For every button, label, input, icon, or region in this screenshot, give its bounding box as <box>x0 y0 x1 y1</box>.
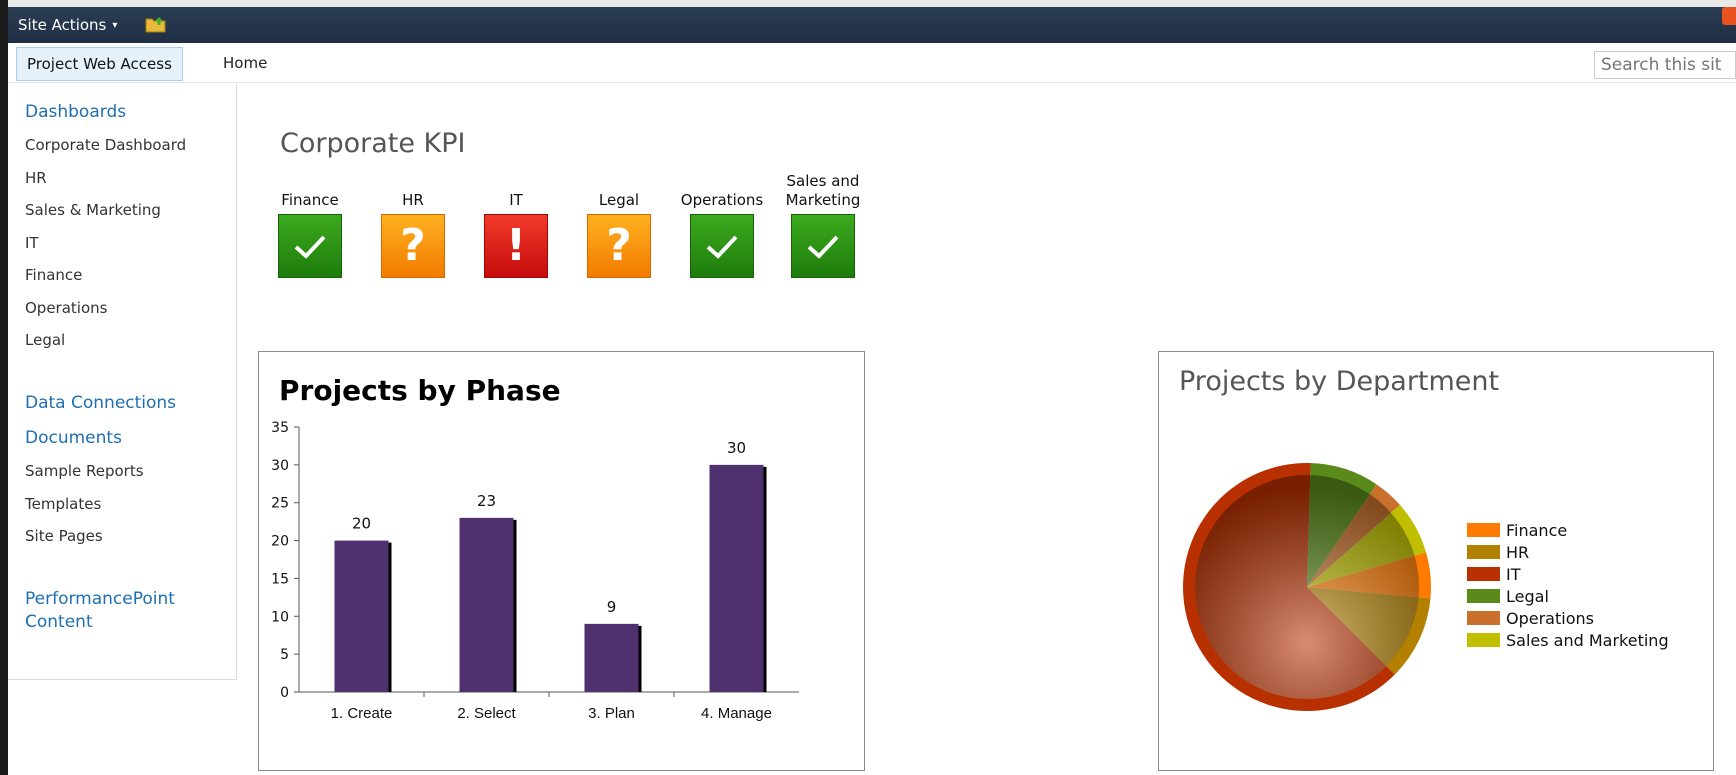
data-label: 9 <box>607 598 617 616</box>
legend-item: IT <box>1467 563 1669 585</box>
tab-project-web-access[interactable]: Project Web Access <box>16 47 183 81</box>
nav-item-it[interactable]: IT <box>25 234 39 252</box>
y-tick-label: 0 <box>280 685 289 701</box>
question-icon: ? <box>606 220 632 271</box>
nav-item-finance[interactable]: Finance <box>25 266 82 284</box>
ribbon-bar: Site Actions ▾ <box>8 7 1736 43</box>
quick-launch: Dashboards Corporate Dashboard HR Sales … <box>8 84 237 680</box>
nav-item-hr[interactable]: HR <box>25 169 47 187</box>
nav-item-templates[interactable]: Templates <box>25 495 101 513</box>
y-tick-label: 25 <box>271 496 289 512</box>
legend-swatch <box>1467 567 1500 581</box>
x-tick-label: 1. Create <box>331 705 393 722</box>
data-label: 20 <box>352 515 371 533</box>
y-tick-label: 15 <box>271 571 289 587</box>
legend-swatch <box>1467 589 1500 603</box>
kpi-indicator <box>278 214 342 278</box>
nav-item-corporate-dashboard[interactable]: Corporate Dashboard <box>25 136 186 154</box>
kpi-operations[interactable]: Operations <box>677 178 767 278</box>
kpi-indicator <box>690 214 754 278</box>
check-icon <box>294 235 326 259</box>
folder-up-icon[interactable] <box>145 15 167 33</box>
projects-by-phase-chart[interactable]: Projects by Phase 0 5 10 15 20 25 30 35 20 1. Cre… <box>258 351 865 771</box>
legend-item: Legal <box>1467 585 1669 607</box>
bar <box>334 540 389 692</box>
legend-item: Operations <box>1467 607 1669 629</box>
nav-heading-documents[interactable]: Documents <box>25 427 122 450</box>
legend-swatch <box>1467 611 1500 625</box>
kpi-label: HR <box>402 191 424 209</box>
nav-item-legal[interactable]: Legal <box>25 331 65 349</box>
kpi-indicator <box>791 214 855 278</box>
page-title: Corporate KPI <box>280 128 466 159</box>
nav-heading-dashboards[interactable]: Dashboards <box>25 101 126 124</box>
exclamation-icon: ! <box>505 220 527 271</box>
y-tick-label: 20 <box>271 534 289 550</box>
window-left-edge <box>0 0 8 775</box>
nav-heading-performancepoint[interactable]: PerformancePoint Content <box>25 588 215 634</box>
y-tick-label: 5 <box>280 647 289 663</box>
nav-item-sample-reports[interactable]: Sample Reports <box>25 462 144 480</box>
legend-swatch <box>1467 545 1500 559</box>
legend-item: Sales and Marketing <box>1467 629 1669 651</box>
kpi-hr[interactable]: HR ? <box>368 178 458 278</box>
kpi-indicator: ? <box>587 214 651 278</box>
kpi-indicator: ? <box>381 214 445 278</box>
kpi-label: Sales and Marketing <box>785 172 861 209</box>
nav-item-operations[interactable]: Operations <box>25 299 107 317</box>
kpi-legal[interactable]: Legal ? <box>574 178 664 278</box>
nav-heading-data-connections[interactable]: Data Connections <box>25 392 176 415</box>
site-actions-label: Site Actions <box>18 16 107 34</box>
legend-label: HR <box>1506 542 1530 562</box>
legend-label: IT <box>1506 564 1521 584</box>
site-actions-menu[interactable]: Site Actions ▾ <box>18 16 117 34</box>
y-tick-label: 30 <box>271 458 289 474</box>
question-icon: ? <box>400 220 426 271</box>
bar <box>459 517 514 692</box>
x-tick-label: 2. Select <box>457 705 516 722</box>
bar-chart-canvas: 0 5 10 15 20 25 30 35 20 1. Create 23 2. Select 9 3. … <box>271 420 799 722</box>
kpi-finance[interactable]: Finance <box>265 178 355 278</box>
nav-item-sales-marketing[interactable]: Sales & Marketing <box>25 201 161 219</box>
tab-home[interactable]: Home <box>213 47 277 81</box>
chart-title: Projects by Phase <box>279 374 561 407</box>
legend-swatch <box>1467 523 1500 537</box>
window-top-edge <box>0 0 1736 7</box>
legend-swatch <box>1467 633 1500 647</box>
kpi-indicator: ! <box>484 214 548 278</box>
check-icon <box>706 235 738 259</box>
kpi-label: Legal <box>598 191 640 209</box>
kpi-label: Operations <box>680 191 764 209</box>
legend-label: Legal <box>1506 586 1549 606</box>
kpi-label: IT <box>509 191 523 209</box>
pie-chart-canvas <box>1183 463 1431 711</box>
top-navigation: Project Web Access Home <box>8 43 1736 83</box>
chevron-down-icon: ▾ <box>112 20 118 31</box>
legend-item: HR <box>1467 541 1669 563</box>
kpi-label: Finance <box>281 191 339 209</box>
office-badge-icon[interactable] <box>1722 7 1736 25</box>
chart-legend: Finance HR IT Legal Operations Sales and Mark… <box>1467 519 1669 651</box>
bar <box>709 464 764 692</box>
data-label: 30 <box>727 439 746 457</box>
y-tick-label: 10 <box>271 609 289 625</box>
bar <box>584 623 639 692</box>
x-tick-label: 3. Plan <box>588 705 635 722</box>
pie-shading <box>1195 475 1419 699</box>
data-label: 23 <box>477 492 496 510</box>
projects-by-department-chart[interactable]: Projects by Department Finance HR IT Legal O… <box>1158 351 1714 771</box>
legend-label: Operations <box>1506 608 1594 628</box>
y-tick-label: 35 <box>271 420 289 436</box>
legend-label: Finance <box>1506 520 1568 540</box>
x-tick-label: 4. Manage <box>701 705 772 722</box>
kpi-sales-and-marketing[interactable]: Sales and Marketing <box>780 172 866 278</box>
check-icon <box>807 235 839 259</box>
nav-item-site-pages[interactable]: Site Pages <box>25 527 103 545</box>
kpi-it[interactable]: IT ! <box>471 178 561 278</box>
search-input[interactable] <box>1594 51 1736 79</box>
legend-item: Finance <box>1467 519 1669 541</box>
legend-label: Sales and Marketing <box>1506 630 1669 650</box>
